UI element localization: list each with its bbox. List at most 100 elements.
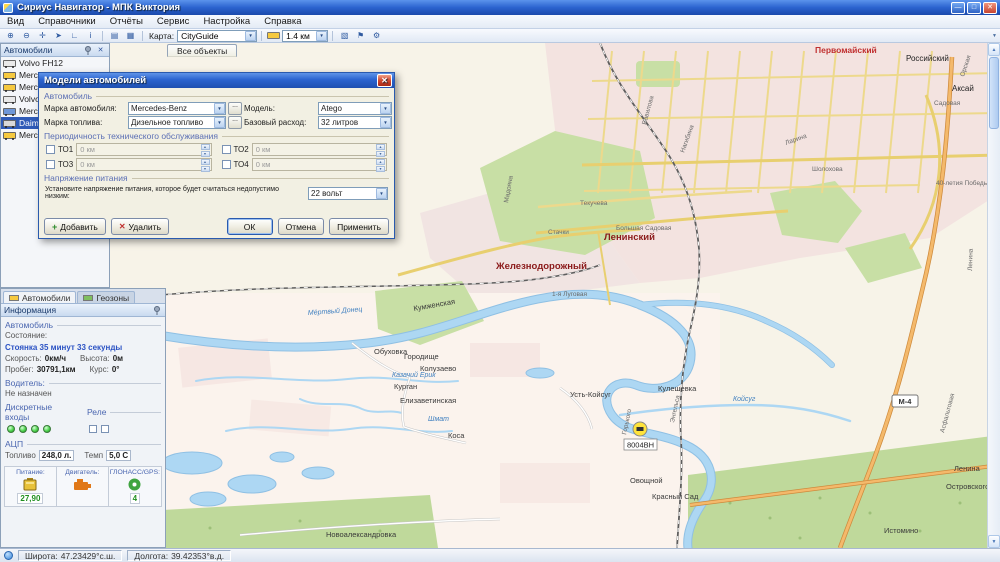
info-icon[interactable]: i	[83, 30, 98, 42]
height-value: 0м	[113, 354, 123, 363]
input-led-icon	[19, 425, 27, 433]
course-value: 0°	[112, 365, 120, 374]
save-icon[interactable]: ▦	[123, 30, 138, 42]
fuel-select[interactable]: Дизельное топливо ▼	[128, 116, 226, 129]
menu-item[interactable]: Справка	[257, 16, 308, 27]
chevron-down-icon[interactable]: ▼	[214, 103, 225, 114]
cancel-button[interactable]: Отмена	[278, 218, 325, 235]
scroll-up-icon[interactable]: ▲	[988, 43, 1000, 56]
apply-button[interactable]: Применить	[329, 218, 389, 235]
settings-icon[interactable]: ⚙	[369, 30, 384, 42]
track-icon[interactable]: ⚑	[353, 30, 368, 42]
add-button[interactable]: + Добавить	[44, 218, 106, 235]
pan-icon[interactable]: ✛	[35, 30, 50, 42]
toolbar: ⊕⊖✛➤∟i ▤▦ Карта: CityGuide ▼ 1.4 км ▼ ▧⚑…	[0, 29, 1000, 43]
pin-icon[interactable]	[82, 45, 93, 55]
close-button[interactable]: ✕	[983, 2, 997, 14]
truck-icon	[3, 132, 16, 139]
map-select[interactable]: CityGuide ▼	[177, 30, 257, 42]
scroll-down-icon[interactable]: ▼	[988, 535, 1000, 548]
delete-icon: ✕	[119, 222, 126, 231]
maintenance-interval: ТО3 0 км ▲ ▼	[46, 158, 212, 171]
truck-icon	[3, 96, 16, 103]
mileage-value: 30791,1км	[37, 365, 76, 374]
scale-select[interactable]: 1.4 км ▼	[282, 30, 328, 42]
zoom-out-icon[interactable]: ⊖	[19, 30, 34, 42]
voltage-select[interactable]: 22 вольт ▼	[308, 187, 388, 200]
brand-select[interactable]: Mercedes-Benz ▼	[128, 102, 226, 115]
spin-down-icon[interactable]: ▼	[376, 151, 385, 157]
spin-down-icon[interactable]: ▼	[376, 166, 385, 172]
fuel-browse-button[interactable]: ...	[228, 116, 242, 129]
maintenance-km-field[interactable]: 0 км ▲ ▼	[76, 143, 211, 156]
map-label: Городище	[404, 352, 439, 361]
chevron-down-icon[interactable]: ▼	[380, 103, 391, 114]
truck-icon	[3, 120, 16, 127]
driver-section-label: Водитель:	[5, 378, 45, 388]
spin-down-icon[interactable]: ▼	[201, 151, 210, 157]
relay-checkbox[interactable]	[89, 425, 97, 433]
maintenance-checkbox[interactable]	[222, 145, 231, 154]
map-label: Российский	[906, 54, 949, 63]
relay-switches	[83, 422, 165, 436]
ok-button[interactable]: ОК	[227, 218, 273, 235]
minimize-button[interactable]: —	[951, 2, 965, 14]
chevron-down-icon[interactable]: ▼	[316, 31, 327, 41]
menu-item[interactable]: Справочники	[31, 16, 103, 27]
spin-down-icon[interactable]: ▼	[201, 166, 210, 172]
select-icon[interactable]: ➤	[51, 30, 66, 42]
layers-icon[interactable]: ▧	[337, 30, 352, 42]
spin-up-icon[interactable]: ▲	[201, 159, 210, 165]
maintenance-km-field[interactable]: 0 км ▲ ▼	[252, 143, 387, 156]
info-tab[interactable]: Геозоны	[77, 291, 135, 303]
ruler-icon[interactable]: ∟	[67, 30, 82, 42]
info-panel-tabs: Автомобили Геозоны	[1, 289, 165, 304]
vehicles-panel-title: Автомобили	[4, 45, 52, 55]
menu-item[interactable]: Вид	[0, 16, 31, 27]
chevron-down-icon[interactable]: ▼	[245, 31, 256, 41]
input-led-icon	[31, 425, 39, 433]
zoom-in-icon[interactable]: ⊕	[3, 30, 18, 42]
model-select[interactable]: Atego ▼	[318, 102, 392, 115]
info-panel: Автомобили Геозоны Информация Автомобиль…	[0, 288, 166, 548]
info-tab[interactable]: Автомобили	[3, 291, 76, 303]
relay-checkbox[interactable]	[101, 425, 109, 433]
maintenance-checkbox[interactable]	[46, 145, 55, 154]
close-icon[interactable]: ✕	[95, 45, 106, 55]
scrollbar-thumb[interactable]	[989, 57, 999, 129]
maintenance-km-field[interactable]: 0 км ▲ ▼	[76, 158, 211, 171]
maintenance-km-field[interactable]: 0 км ▲ ▼	[252, 158, 387, 171]
maintenance-checkbox[interactable]	[46, 160, 55, 169]
chevron-down-icon[interactable]: ▼	[376, 188, 387, 199]
dialog-close-button[interactable]: ✕	[377, 74, 392, 87]
vehicles-button[interactable]	[266, 30, 281, 42]
info-header-title: Информация	[4, 305, 56, 315]
longitude-panel: Долгота:39.42353°в.д.	[127, 550, 231, 561]
map-label: Шмат	[428, 416, 449, 423]
spin-up-icon[interactable]: ▲	[376, 159, 385, 165]
title-bar: Сириус Навигатор - МПК Виктория — □ ✕	[0, 0, 1000, 15]
chevron-down-icon[interactable]: ▼	[214, 117, 225, 128]
print-icon[interactable]: ▤	[107, 30, 122, 42]
gps-gauge: ГЛОНАСС/GPS: 4	[109, 467, 161, 506]
map-vertical-scrollbar[interactable]: ▲ ▼	[987, 43, 1000, 548]
truck-icon	[3, 60, 16, 67]
map-label: Новоалександровка	[326, 530, 397, 539]
tab-icon	[83, 295, 93, 301]
spin-up-icon[interactable]: ▲	[201, 144, 210, 150]
chevron-down-icon[interactable]: ▼	[380, 117, 391, 128]
menu-item[interactable]: Настройка	[196, 16, 257, 27]
delete-button[interactable]: ✕ Удалить	[111, 218, 169, 235]
pin-icon[interactable]	[151, 305, 162, 315]
vehicle-list-item[interactable]: Volvo FH12	[1, 57, 109, 69]
truck-icon	[3, 108, 16, 115]
maximize-button[interactable]: □	[967, 2, 981, 14]
menu-item[interactable]: Сервис	[150, 16, 197, 27]
brand-browse-button[interactable]: ...	[228, 102, 242, 115]
maintenance-checkbox[interactable]	[222, 160, 231, 169]
menu-item[interactable]: Отчёты	[103, 16, 150, 27]
consumption-select[interactable]: 32 литров ▼	[318, 116, 392, 129]
tab-all-objects[interactable]: Все объекты	[167, 44, 237, 57]
toolbar-overflow-icon[interactable]: ▼	[992, 33, 997, 39]
spin-up-icon[interactable]: ▲	[376, 144, 385, 150]
